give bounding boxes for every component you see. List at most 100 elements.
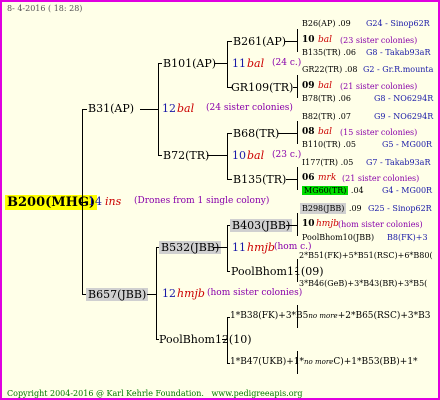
footer-copyright: Copyright 2004-2016 @ Karl Kehrle Founda… bbox=[7, 389, 303, 398]
connector bbox=[140, 109, 158, 110]
timestamp: 8- 4-2016 ( 18: 28) bbox=[7, 4, 83, 13]
gen3-e-year: 10 bbox=[302, 219, 315, 229]
gen4-drone: G7 - Takab93aR bbox=[366, 158, 431, 167]
gen3-e-breeder: hmjb bbox=[316, 219, 339, 229]
gen4-drone: G25 - Sinop62R bbox=[368, 204, 432, 213]
gen3-d-breeder: mrk bbox=[318, 173, 337, 183]
gen3-c-note: (15 sister colonies) bbox=[340, 128, 418, 137]
connector bbox=[227, 271, 230, 272]
gen4-row[interactable]: B26(AP) .09 bbox=[302, 20, 351, 28]
bracket-gen3-d bbox=[227, 317, 228, 363]
pedigree-chart: 8- 4-2016 ( 18: 28) B200(MHG) 14 ins (Dr… bbox=[0, 0, 440, 400]
dam-note: (hom sister colonies) bbox=[207, 288, 303, 298]
bracket-gen3-b bbox=[227, 133, 228, 179]
gen4-drone: G5 - MG00R bbox=[382, 140, 433, 149]
connector bbox=[285, 41, 297, 42]
gen3-a-note: (23 sister colonies) bbox=[340, 36, 418, 45]
sire-note: (24 sister colonies) bbox=[206, 103, 293, 113]
gen2-b-note: (23 c.) bbox=[272, 150, 302, 160]
gen4-drone: G4 - MG00R bbox=[382, 186, 433, 195]
gen2-c-breeder: hmjb bbox=[247, 241, 275, 254]
bracket-gen4 bbox=[297, 29, 298, 52]
gen4-row[interactable]: B298(JBB) .09 bbox=[300, 203, 362, 214]
connector bbox=[278, 133, 297, 134]
bracket-gen3-a bbox=[227, 41, 228, 87]
gen4-row[interactable]: MG60(TR) .04 bbox=[302, 186, 364, 195]
bracket-gen4 bbox=[297, 75, 298, 98]
gen4-row[interactable]: 2*B51(FK)+5*B51(RSC)+6*B80( bbox=[299, 252, 433, 260]
connector bbox=[227, 133, 232, 134]
gen3-c-breeder: bal bbox=[318, 127, 333, 137]
bracket-gen4 bbox=[297, 167, 298, 190]
bracket-gen3-c bbox=[227, 225, 228, 271]
gen4-drone: G9 - NO6294R bbox=[374, 112, 434, 121]
connector bbox=[227, 179, 232, 180]
gen4-drone: G24 - Sinop62R bbox=[366, 19, 430, 28]
gen3-b-note: (21 sister colonies) bbox=[340, 82, 418, 91]
root-note: (Drones from 1 single colony) bbox=[134, 196, 270, 206]
gen2-b-breeder: bal bbox=[247, 149, 265, 162]
connector bbox=[227, 41, 232, 42]
bracket-gen1 bbox=[82, 109, 83, 294]
sire-breeder: bal bbox=[177, 102, 195, 115]
sire-year: 12 bbox=[162, 102, 176, 115]
bracket-gen4 bbox=[297, 213, 298, 236]
gen3-a-breeder: bal bbox=[318, 35, 333, 45]
gen4-row[interactable]: PoolBhom10(JBB) bbox=[302, 234, 374, 242]
bracket-gen4 bbox=[297, 305, 298, 328]
gen3-d-note: (21 sister colonies) bbox=[342, 174, 420, 183]
sire-queen-id[interactable]: B31(AP) bbox=[88, 103, 134, 114]
bracket-gen4 bbox=[297, 351, 298, 374]
gen2-c-id[interactable]: B532(JBB) bbox=[159, 241, 222, 254]
gen4-row[interactable]: B135(TR) .06 bbox=[302, 49, 356, 57]
gen4-row[interactable]: I177(TR) .05 bbox=[302, 159, 353, 167]
gen3-f-id[interactable]: PoolBhom11(09) bbox=[231, 266, 324, 277]
connector bbox=[286, 225, 297, 226]
gen3-c-id[interactable]: B68(TR) bbox=[233, 128, 279, 139]
root-year: 14 bbox=[88, 195, 102, 208]
gen4-row[interactable]: B82(TR) .07 bbox=[302, 113, 351, 121]
gen4-drone: G8 - NO6294R bbox=[374, 94, 434, 103]
gen3-g-id[interactable]: 1*B38(FK)+3*B5no more+2*B65(RSC)+3*B3 bbox=[230, 312, 430, 321]
bracket-gen2-upper bbox=[158, 63, 159, 155]
gen2-b-id[interactable]: B72(TR) bbox=[163, 150, 209, 161]
dam-queen-id[interactable]: B657(JBB) bbox=[86, 288, 149, 301]
connector bbox=[215, 63, 227, 64]
gen4-row[interactable]: B78(TR) .06 bbox=[302, 95, 351, 103]
gen4-row[interactable]: GR22(TR) .08 bbox=[302, 66, 357, 74]
gen3-d-year: 06 bbox=[302, 173, 315, 183]
gen2-b-year: 10 bbox=[232, 149, 246, 162]
bracket-gen4 bbox=[297, 121, 298, 144]
connector bbox=[158, 155, 162, 156]
gen2-a-id[interactable]: B101(AP) bbox=[163, 58, 216, 69]
bracket-gen4 bbox=[297, 259, 298, 282]
gen3-e-id[interactable]: B403(JBB) bbox=[230, 219, 293, 232]
gen2-a-year: 11 bbox=[232, 57, 246, 70]
dam-breeder: hmjb bbox=[177, 287, 205, 300]
gen4-row[interactable]: B110(TR) .05 bbox=[302, 141, 356, 149]
connector bbox=[82, 109, 87, 110]
gen2-c-year: 11 bbox=[232, 241, 246, 254]
gen4-drone: B8(FK)+3 bbox=[387, 233, 428, 242]
connector bbox=[286, 179, 297, 180]
gen2-d-id[interactable]: PoolBhom12(10) bbox=[159, 334, 252, 345]
bracket-gen2-lower bbox=[156, 247, 157, 339]
connector bbox=[147, 294, 156, 295]
gen2-a-note: (24 c.) bbox=[272, 58, 302, 68]
gen3-a-year: 10 bbox=[302, 35, 315, 45]
gen3-b-breeder: bal bbox=[318, 81, 333, 91]
root-breeder: ins bbox=[105, 195, 122, 208]
connector bbox=[207, 155, 227, 156]
dam-year: 12 bbox=[162, 287, 176, 300]
gen4-drone: G2 - Gr.R.mounta bbox=[363, 65, 434, 74]
gen2-a-breeder: bal bbox=[247, 57, 265, 70]
gen3-a-id[interactable]: B261(AP) bbox=[233, 36, 286, 47]
gen3-d-id[interactable]: B135(TR) bbox=[233, 174, 286, 185]
gen3-e-note: (hom sister colonies) bbox=[338, 220, 423, 229]
gen3-b-id[interactable]: GR109(TR) bbox=[231, 82, 293, 93]
gen3-b-year: 09 bbox=[302, 81, 315, 91]
gen3-h-id[interactable]: 1*B47(UKB)+1*no moreC)+1*B53(BB)+1* bbox=[230, 358, 418, 367]
connector bbox=[158, 63, 162, 64]
gen4-row[interactable]: 3*B46(GeB)+3*B43(BR)+3*B5( bbox=[299, 280, 427, 288]
connector bbox=[213, 247, 227, 248]
